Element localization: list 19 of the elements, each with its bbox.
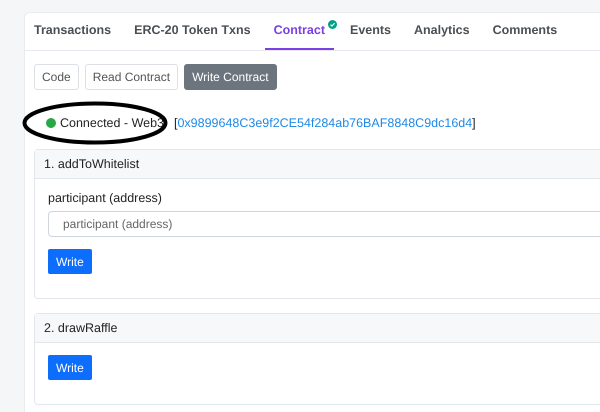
input-label: participant (address) (48, 191, 163, 205)
tab[interactable]: ERC-20 Token Txns (134, 13, 251, 50)
tab[interactable]: Events (350, 13, 391, 50)
write-button[interactable]: Write (48, 249, 92, 274)
tab[interactable]: Comments (492, 13, 558, 50)
subtab-button[interactable]: Read Contract (84, 64, 178, 90)
function-title: 1. addToWhitelist (35, 150, 600, 179)
tab[interactable]: Transactions (34, 13, 112, 50)
input-field[interactable]: participant (address) (48, 211, 600, 237)
subtab-button[interactable]: Write Contract (184, 64, 277, 90)
write-button[interactable]: Write (48, 355, 92, 380)
subtab-button[interactable]: Code (34, 64, 79, 90)
connection-status: Connected - Web3 (60, 116, 165, 130)
bracket: ] (472, 116, 476, 130)
bracket: [ (174, 116, 178, 130)
address-link[interactable]: 0x9899648C3e9f2CE54f284ab76BAF8848C9dc16d4 (177, 116, 472, 130)
function-title: 2. drawRaffle (35, 314, 600, 343)
tab[interactable]: Analytics (414, 13, 470, 50)
tab[interactable]: Contract (264, 13, 334, 50)
